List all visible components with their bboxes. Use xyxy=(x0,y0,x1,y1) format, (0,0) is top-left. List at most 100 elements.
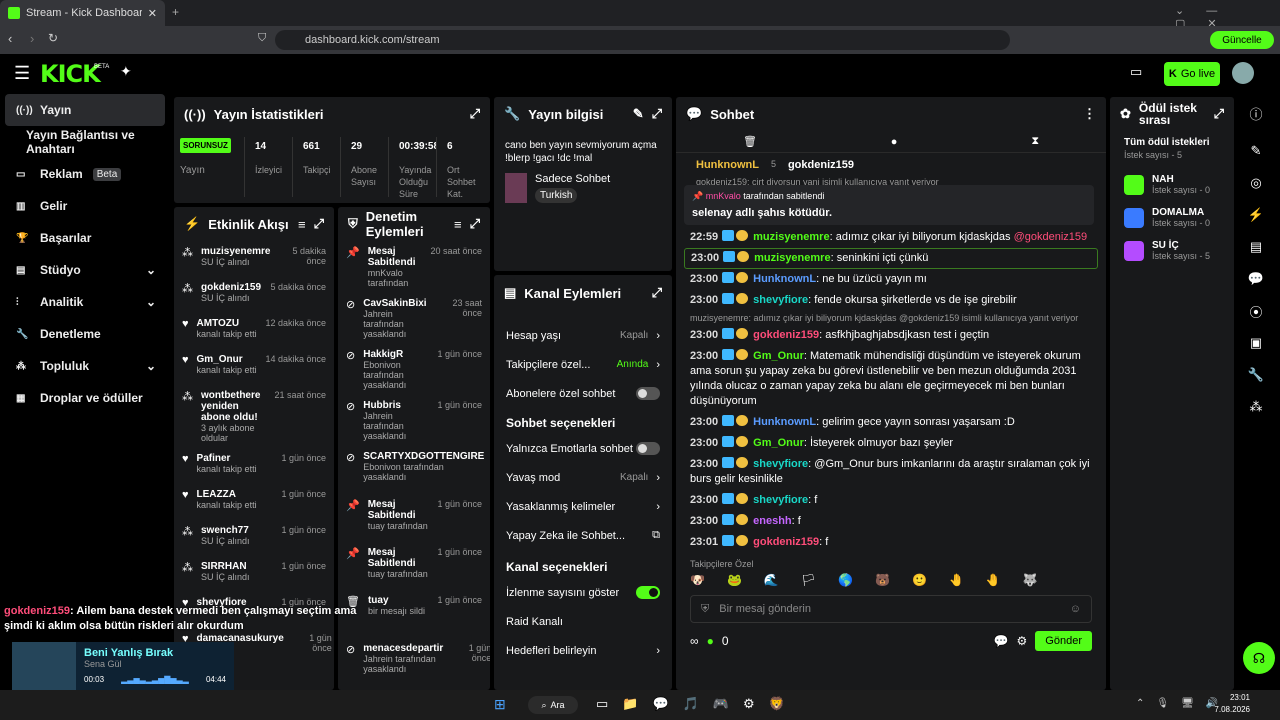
activity-name[interactable]: AMTOZU xyxy=(197,318,258,329)
channel-row[interactable]: Hesap yaşı Kapalı › xyxy=(494,321,672,350)
actions-icon[interactable]: ▣ xyxy=(1240,327,1272,359)
reload-icon[interactable]: ↻ xyxy=(48,31,58,45)
kick-logo[interactable]: KICK xyxy=(40,60,101,88)
popout-icon[interactable]: ⤢ xyxy=(652,106,662,122)
activity-name[interactable]: wontbethere yeniden abone oldu! xyxy=(201,390,266,423)
edit-icon[interactable]: ✎ xyxy=(1240,135,1272,167)
chat-icon[interactable]: 💬 xyxy=(1240,263,1272,295)
hourglass-icon[interactable]: ⧗ xyxy=(1031,135,1039,148)
all-rewards[interactable]: Tüm ödül istekleri xyxy=(1110,131,1234,148)
moderation-name[interactable]: tuay xyxy=(368,595,429,606)
channel-row[interactable]: Takipçilere özel... Anında › xyxy=(494,350,672,379)
activity-name[interactable]: Pafiner xyxy=(197,453,274,464)
activity-name[interactable]: SIRRHAN xyxy=(201,561,273,572)
browser-tab[interactable]: Stream - Kick Dashboard ✕ xyxy=(0,0,165,26)
moderation-name[interactable]: Hubbris xyxy=(363,400,429,411)
info-icon[interactable]: ⓘ xyxy=(1240,97,1272,129)
go-live-button[interactable]: K Go live xyxy=(1164,62,1220,86)
back-icon[interactable]: ‹ xyxy=(8,31,12,46)
bubble-icon[interactable]: ● xyxy=(891,136,898,148)
camera-icon[interactable]: ◎ xyxy=(1240,167,1272,199)
chat-mention[interactable]: @gokdeniz159 xyxy=(1014,231,1088,243)
chat-message[interactable]: 23:00 shevyfiore: f xyxy=(676,490,1106,511)
channel-row[interactable]: Abonelere özel sohbet xyxy=(494,379,672,408)
send-button[interactable]: Gönder xyxy=(1035,631,1092,651)
list-icon[interactable]: ▤ xyxy=(1240,231,1272,263)
chat-username[interactable]: HunknownL xyxy=(753,273,816,285)
channel-row[interactable]: Yapay Zeka ile Sohbet... ⧉ xyxy=(494,521,672,550)
chat-message[interactable]: 23:01 gokdeniz159: f xyxy=(676,532,1106,553)
chat-username[interactable]: shevyfiore xyxy=(753,294,808,306)
settings-icon[interactable]: ⚙ xyxy=(1017,634,1028,648)
emote-bar[interactable]: 🐶 🐸 🌊 🏳 🌎 🐻 🙂 🤚 🤚 🐺 xyxy=(690,573,1092,591)
channel-row[interactable]: Yavaş mod Kapalı › xyxy=(494,463,672,492)
pinned-message[interactable]: 📌 mnKvalo tarafından sabitlendi selenay … xyxy=(684,185,1094,225)
moderation-name[interactable]: Mesaj Sabitlendi xyxy=(368,547,430,569)
sidebar-item-4[interactable]: 🏆 Başarılar xyxy=(0,222,170,254)
search-button[interactable]: ⌕ Ara xyxy=(528,696,578,714)
channel-row[interactable]: Hedefleri belirleyin › xyxy=(494,636,672,665)
close-tab-icon[interactable]: ✕ xyxy=(148,7,157,20)
chat-message[interactable]: 23:00 HunknownL: ne bu üzücü yayın mı xyxy=(676,269,1106,290)
sidebar-item-5[interactable]: ▤ Stüdyo ⌄ xyxy=(0,254,170,286)
sidebar-item-1[interactable]: Yayın Bağlantısı ve Anahtarı xyxy=(0,126,170,158)
chat-username[interactable]: shevyfiore xyxy=(753,458,808,470)
edit-icon[interactable]: ✎ xyxy=(633,106,644,122)
moderation-name[interactable]: menacesdepartir xyxy=(363,643,443,654)
toggle-switch[interactable] xyxy=(636,387,660,400)
url-field[interactable]: dashboard.kick.com/stream xyxy=(275,30,1010,50)
sidebar-item-3[interactable]: ▥ Gelir xyxy=(0,190,170,222)
sidebar-item-7[interactable]: 🔧 Denetleme xyxy=(0,318,170,350)
update-button[interactable]: Güncelle xyxy=(1210,31,1274,49)
channel-row[interactable]: Yalnızca Emotlarla sohbet xyxy=(494,434,672,463)
reward-item[interactable]: SU İÇ İstek sayısı - 5 xyxy=(1110,234,1234,267)
top-user-1[interactable]: HunknownL xyxy=(696,159,759,171)
cast-icon[interactable]: ▭ xyxy=(1130,64,1142,80)
reward-item[interactable]: NAH İstek sayısı - 0 xyxy=(1110,168,1234,201)
chat-message[interactable]: 23:00 eneshh: f xyxy=(676,511,1106,532)
channel-row[interactable]: Raid Kanalı xyxy=(494,607,672,636)
taskbar-apps-icon[interactable]: ▭📁💬🎵🎮⚙🦁 xyxy=(596,696,799,712)
chat-username[interactable]: gokdeniz159 xyxy=(753,536,819,548)
chat-username[interactable]: Gm_Onur xyxy=(753,437,804,449)
popout-icon[interactable]: ⤢ xyxy=(314,216,324,232)
chat-message[interactable]: 23:00 Gm_Onur: Matematik mühendisliği düş… xyxy=(676,346,1106,412)
sidebar-item-2[interactable]: ▭ Reklam Beta xyxy=(0,158,170,190)
sidebar-item-9[interactable]: ▦ Droplar ve ödüller xyxy=(0,382,170,414)
chat-message[interactable]: 23:00 Gm_Onur: İsteyerek olmuyor bazı şey… xyxy=(676,433,1106,454)
chat-username[interactable]: Gm_Onur xyxy=(753,350,804,362)
filter-icon[interactable]: ≡ xyxy=(454,217,462,232)
menu-icon[interactable]: ☰ xyxy=(14,63,30,84)
filter-icon[interactable]: ≡ xyxy=(298,217,306,232)
activity-name[interactable]: muzisyenemre xyxy=(201,246,270,257)
forward-icon[interactable]: › xyxy=(30,31,34,46)
chat-message[interactable]: 23:00 shevyfiore: fende okursa şirketlerd… xyxy=(676,290,1106,311)
sidebar-item-6[interactable]: ⫶ Analitik ⌄ xyxy=(0,286,170,318)
trash-icon[interactable]: 🗑 xyxy=(743,135,757,148)
emoji-icon[interactable]: ☺ xyxy=(1070,603,1081,615)
moderation-name[interactable]: HakkigR xyxy=(363,349,429,360)
reward-item[interactable]: DOMALMA İstek sayısı - 0 xyxy=(1110,201,1234,234)
chat-username[interactable]: HunknownL xyxy=(753,416,816,428)
chat-username[interactable]: eneshh xyxy=(753,515,792,527)
toggle-switch[interactable] xyxy=(636,442,660,455)
channel-row[interactable]: İzlenme sayısını göster xyxy=(494,578,672,607)
activity-name[interactable]: LEAZZA xyxy=(197,489,274,500)
top-user-2[interactable]: gokdeniz159 xyxy=(788,159,854,171)
new-tab-icon[interactable]: + xyxy=(172,5,179,19)
chat-username[interactable]: gokdeniz159 xyxy=(753,329,819,341)
popout-icon[interactable]: ⤢ xyxy=(1214,106,1224,122)
activity-name[interactable]: swench77 xyxy=(201,525,273,536)
more-icon[interactable]: ⋮ xyxy=(1083,106,1096,122)
pin-icon[interactable]: ✦ xyxy=(120,63,132,80)
bookmark-icon[interactable]: ⛉ xyxy=(258,32,266,45)
moderation-name[interactable]: SCARTYXDGOTTENGIRE xyxy=(363,451,484,462)
popout-icon[interactable]: ⤢ xyxy=(470,216,480,232)
chat-username[interactable]: muzisyenemre xyxy=(754,252,830,264)
chat-message[interactable]: 23:00 shevyfiore: @Gm_Onur burs imkanları… xyxy=(676,454,1106,490)
toggle-switch[interactable] xyxy=(636,586,660,599)
moderation-name[interactable]: Mesaj Sabitlendi xyxy=(368,246,423,268)
community-icon[interactable]: ⁂ xyxy=(1240,391,1272,423)
chat-message[interactable]: 23:00 gokdeniz159: asfkhjbaghjabsdjkasn t… xyxy=(676,325,1106,346)
activity-name[interactable]: gokdeniz159 xyxy=(201,282,262,293)
